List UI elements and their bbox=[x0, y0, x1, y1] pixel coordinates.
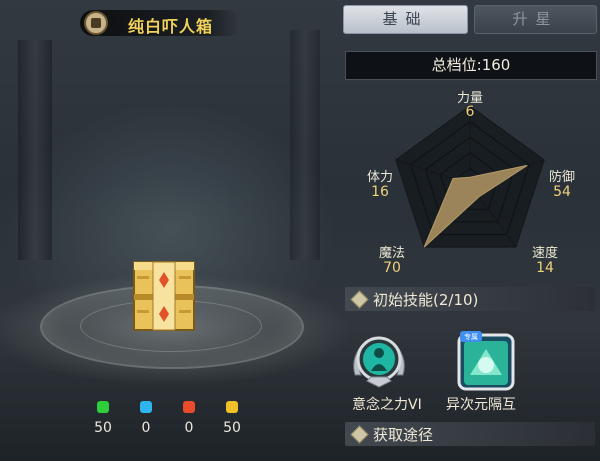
wood-element-value: 50 bbox=[94, 420, 112, 436]
skill-name-dimension-barrier: 异次元隔互 bbox=[446, 397, 516, 413]
chest-character-icon bbox=[133, 261, 195, 331]
stat-stamina-label: 体力 bbox=[366, 170, 393, 185]
light-element-value: 50 bbox=[223, 420, 241, 436]
skill-name-mind-power: 意念之力VI bbox=[352, 397, 422, 413]
stat-speed-value: 14 bbox=[536, 260, 554, 276]
stat-magic-value: 70 bbox=[383, 260, 401, 276]
stat-defense-value: 54 bbox=[553, 184, 571, 200]
total-rank: 总档位:160 bbox=[345, 51, 597, 80]
fire-element-value: 0 bbox=[184, 420, 194, 436]
stat-magic-label: 魔法 bbox=[378, 246, 405, 261]
water-element-icon bbox=[140, 401, 152, 413]
tab-star-up[interactable]: 升星 bbox=[474, 5, 597, 34]
initial-skills-header: 初始技能(2/10) bbox=[345, 287, 595, 311]
diamond-icon bbox=[350, 425, 369, 444]
stat-speed-label: 速度 bbox=[531, 246, 558, 261]
obtain-method-title: 获取途径 bbox=[373, 426, 434, 444]
tab-basic[interactable]: 基础 bbox=[343, 5, 468, 34]
stat-stamina-value: 16 bbox=[371, 184, 389, 200]
light-element-icon bbox=[226, 401, 238, 413]
obtain-method-header[interactable]: 获取途径 bbox=[345, 422, 595, 446]
character-name: 纯白吓人箱 bbox=[128, 17, 214, 36]
exclusive-badge: 专属 bbox=[464, 333, 478, 341]
diamond-icon bbox=[350, 290, 369, 309]
water-element-value: 0 bbox=[141, 420, 151, 436]
wood-element-icon bbox=[97, 401, 109, 413]
background-pillar bbox=[290, 30, 320, 260]
character-avatar-icon bbox=[84, 11, 108, 35]
background-pillar bbox=[18, 40, 52, 260]
stat-defense-label: 防御 bbox=[548, 170, 575, 185]
stat-strength-value: 6 bbox=[465, 104, 475, 120]
fire-element-icon bbox=[183, 401, 195, 413]
mind-power-icon[interactable] bbox=[349, 331, 409, 391]
initial-skills-title: 初始技能(2/10) bbox=[373, 291, 479, 309]
